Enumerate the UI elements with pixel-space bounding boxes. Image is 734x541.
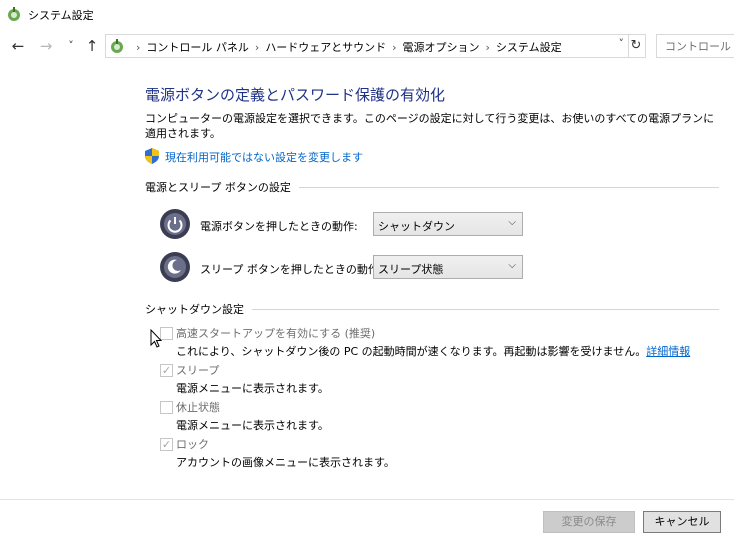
breadcrumb-power-options[interactable]: 電源オプション (403, 41, 480, 54)
navigation-bar: ← → ˅ ↑ › コントロール パネル › ハードウェアとサウンド › 電源オプション ›… (0, 32, 734, 60)
window-title: システム設定 (28, 9, 94, 22)
recent-locations-chevron-icon[interactable]: ˅ (61, 36, 81, 56)
hibernate-option-description: 電源メニューに表示されます。 (176, 419, 329, 432)
power-button-icon (160, 209, 190, 239)
fast-startup-label: 高速スタートアップを有効にする (推奨) (176, 327, 376, 340)
sleep-button-action-label: スリープ ボタンを押したときの動作: (200, 263, 383, 276)
breadcrumb-separator-icon[interactable]: › (255, 41, 259, 54)
breadcrumb: › コントロール パネル › ハードウェアとサウンド › 電源オプション › システム設定 (130, 39, 562, 55)
chevron-down-icon: ⌵ (508, 217, 516, 228)
power-button-action-select[interactable]: シャットダウン ⌵ (373, 212, 523, 236)
sleep-button-icon (160, 252, 190, 282)
address-bar[interactable]: › コントロール パネル › ハードウェアとサウンド › 電源オプション › システム設定 ˅ (105, 34, 629, 58)
sleep-checkbox[interactable]: ✓ (160, 364, 173, 377)
sleep-option-label: スリープ (176, 364, 220, 377)
section-divider (252, 308, 719, 310)
lock-option-description: アカウントの画像メニューに表示されます。 (176, 456, 395, 469)
power-button-action-value: シャットダウン (378, 220, 455, 233)
refresh-icon[interactable]: ↻ (627, 34, 646, 58)
change-unavailable-settings-link[interactable]: 現在利用可能ではない設定を変更します (165, 149, 363, 165)
power-options-app-icon (8, 7, 20, 21)
fast-startup-description-text: これにより、シャットダウン後の PC の起動時間が速くなります。再起動は影響を受… (176, 345, 647, 358)
search-box[interactable] (656, 34, 734, 58)
save-changes-button[interactable]: 変更の保存 (543, 511, 635, 533)
more-info-link[interactable]: 詳細情報 (646, 345, 690, 358)
footer-bar: 変更の保存 キャンセル (0, 499, 734, 541)
fast-startup-description: これにより、シャットダウン後の PC の起動時間が速くなります。再起動は影響を受… (176, 343, 690, 359)
main-content: 電源ボタンの定義とパスワード保護の有効化 コンピューターの電源設定を選択できます… (0, 62, 734, 500)
sleep-button-row: スリープ ボタンを押したときの動作: スリープ状態 ⌵ (159, 251, 539, 285)
breadcrumb-separator-icon[interactable]: › (486, 41, 490, 54)
page-description: コンピューターの電源設定を選択できます。このページの設定に対して行う変更は、お使… (145, 112, 715, 140)
power-sleep-section-header: 電源とスリープ ボタンの設定 (145, 179, 719, 195)
hibernate-option: 休止状態 電源メニューに表示されます。 (160, 399, 720, 433)
lock-checkbox[interactable]: ✓ (160, 438, 173, 451)
power-sleep-section-title: 電源とスリープ ボタンの設定 (145, 181, 291, 194)
address-dropdown-icon[interactable]: ˅ (619, 37, 625, 50)
sleep-button-action-value: スリープ状態 (378, 263, 444, 276)
power-button-row: 電源ボタンを押したときの動作: シャットダウン ⌵ (159, 208, 539, 242)
sleep-option-description: 電源メニューに表示されます。 (176, 382, 329, 395)
title-bar: システム設定 (0, 0, 734, 28)
control-panel-icon (111, 39, 123, 53)
up-arrow-icon[interactable]: ↑ (82, 36, 102, 56)
hibernate-checkbox[interactable] (160, 401, 173, 414)
shutdown-section-title: シャットダウン設定 (145, 303, 244, 316)
breadcrumb-hardware-sound[interactable]: ハードウェアとサウンド (265, 41, 386, 54)
power-button-action-label: 電源ボタンを押したときの動作: (200, 220, 358, 233)
breadcrumb-separator-icon: › (136, 41, 141, 54)
mouse-pointer-icon (150, 329, 163, 348)
breadcrumb-system-settings[interactable]: システム設定 (496, 41, 562, 54)
lock-option: ✓ ロック アカウントの画像メニューに表示されます。 (160, 436, 720, 470)
forward-arrow-icon[interactable]: → (36, 36, 56, 56)
cancel-button[interactable]: キャンセル (643, 511, 721, 533)
shutdown-section-header: シャットダウン設定 (145, 301, 719, 317)
sleep-option: ✓ スリープ 電源メニューに表示されます。 (160, 362, 720, 396)
fast-startup-option: 高速スタートアップを有効にする (推奨) これにより、シャットダウン後の PC … (160, 325, 720, 359)
breadcrumb-control-panel[interactable]: コントロール パネル (146, 41, 249, 54)
sleep-button-action-select[interactable]: スリープ状態 ⌵ (373, 255, 523, 279)
section-divider (298, 186, 719, 188)
uac-shield-icon (145, 148, 159, 164)
chevron-down-icon: ⌵ (508, 260, 516, 271)
breadcrumb-separator-icon[interactable]: › (392, 41, 396, 54)
search-input[interactable] (657, 35, 734, 57)
lock-option-label: ロック (176, 438, 209, 451)
back-arrow-icon[interactable]: ← (8, 36, 28, 56)
page-title: 電源ボタンの定義とパスワード保護の有効化 (145, 86, 446, 104)
hibernate-option-label: 休止状態 (176, 401, 220, 414)
